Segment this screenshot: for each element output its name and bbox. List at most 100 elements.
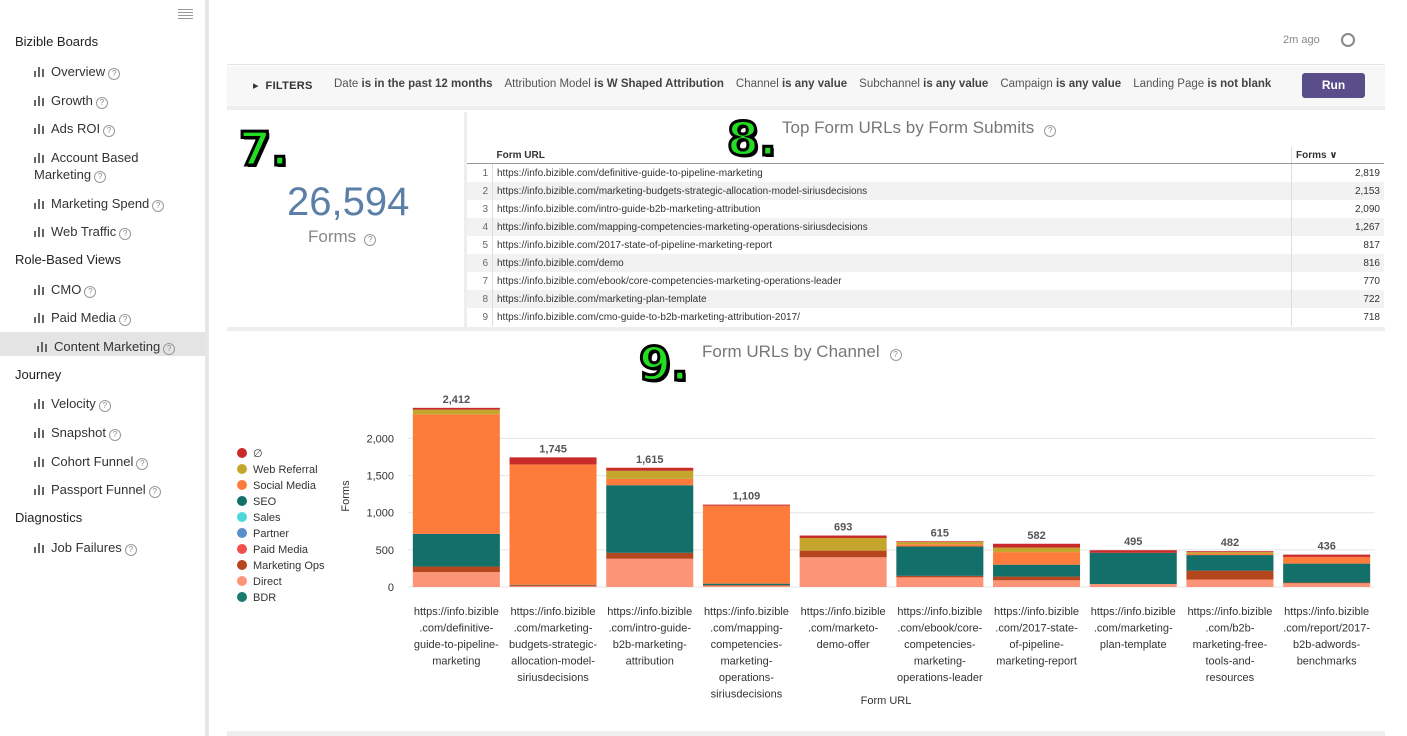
sidebar-item-content-marketing[interactable]: Content Marketing? — [37, 338, 197, 355]
bar-segment-null — [702, 504, 790, 506]
sidebar-item-cohort-funnel[interactable]: Cohort Funnel? — [34, 453, 194, 470]
top-bar — [227, 0, 1385, 65]
help-icon[interactable]: ? — [1044, 125, 1057, 137]
sidebar-item-web-traffic[interactable]: Web Traffic? — [34, 223, 194, 240]
table-row[interactable]: 8 https://info.bizible.com/marketing-plan… — [467, 290, 1384, 308]
filter-condition[interactable]: Date is in the past 12 months — [334, 78, 493, 90]
help-icon[interactable]: ? — [124, 544, 137, 556]
table-row[interactable]: 7 https://info.bizible.com/ebook/core-com… — [467, 272, 1384, 290]
sidebar-item-ads-roi[interactable]: Ads ROI? — [34, 120, 194, 137]
last-updated: 2m ago — [1283, 34, 1320, 46]
x-tick-label: https://info.bizible — [897, 606, 982, 618]
sidebar-item-job-failures[interactable]: Job Failures? — [34, 539, 194, 556]
column-header-form-url[interactable]: Form URL — [492, 147, 1292, 164]
sidebar-item-cmo[interactable]: CMO? — [34, 281, 194, 298]
help-icon[interactable]: ? — [108, 68, 121, 80]
help-icon[interactable]: ? — [108, 429, 121, 441]
help-icon[interactable]: ? — [84, 286, 97, 298]
help-icon[interactable]: ? — [98, 400, 111, 412]
sidebar-item-label: Velocity — [51, 396, 96, 411]
sidebar-item-label: Content Marketing — [54, 339, 161, 354]
filters-toggle[interactable]: ▸ FILTERS — [253, 79, 313, 92]
form-url-cell: https://info.bizible.com/demo — [492, 254, 1292, 272]
sidebar-item-velocity[interactable]: Velocity? — [34, 395, 194, 412]
bar-segment-null — [1186, 551, 1274, 553]
help-icon[interactable]: ? — [119, 228, 132, 240]
legend-item: Web Referral — [253, 464, 318, 476]
table-row[interactable]: 4 https://info.bizible.com/mapping-compet… — [467, 218, 1384, 236]
table-row[interactable]: 3 https://info.bizible.com/intro-guide-b2… — [467, 200, 1384, 218]
filter-condition[interactable]: Subchannel is any value — [859, 78, 988, 90]
filter-condition[interactable]: Channel is any value — [736, 78, 847, 90]
bar-segment-web-referral — [896, 542, 984, 545]
x-tick-label: .com/b2b- — [1205, 623, 1254, 635]
bar-segment-null — [509, 457, 597, 465]
help-icon[interactable]: ? — [136, 458, 149, 470]
sidebar-item-growth[interactable]: Growth? — [34, 92, 194, 109]
forms-count-cell: 770 — [1291, 272, 1384, 290]
filter-condition[interactable]: Landing Page is not blank — [1133, 78, 1271, 90]
bar-segment-null — [1089, 550, 1177, 553]
forms-count-cell: 718 — [1291, 308, 1384, 326]
help-icon[interactable]: ? — [95, 97, 108, 109]
row-number: 4 — [467, 218, 493, 236]
bar-segment-social-media — [702, 505, 790, 584]
table-row[interactable]: 6 https://info.bizible.com/demo 816 — [467, 254, 1384, 272]
table-row[interactable]: 5 https://info.bizible.com/2017-state-of-… — [467, 236, 1384, 254]
help-icon[interactable]: ? — [119, 314, 132, 326]
gear-icon[interactable] — [1341, 33, 1355, 47]
bar-segment-direct — [509, 586, 597, 587]
filter-summary[interactable]: Date is in the past 12 months Attribution… — [334, 78, 1282, 90]
help-icon[interactable]: ? — [152, 200, 165, 212]
help-icon[interactable]: ? — [94, 171, 107, 183]
help-icon[interactable]: ? — [148, 486, 161, 498]
x-tick-label: marketing-report — [996, 656, 1077, 668]
bar-segment-direct — [1283, 583, 1371, 587]
filter-condition[interactable]: Attribution Model is W Shaped Attributio… — [505, 78, 724, 90]
sidebar-item-passport-funnel[interactable]: Passport Funnel? — [34, 481, 194, 498]
sidebar-item-label: Passport Funnel — [51, 482, 146, 497]
stacked-bar-chart: 0 500 1,000 1,500 2,000 Forms Form URL 2,412 htt… — [237, 394, 1375, 707]
table-row[interactable]: 2 https://info.bizible.com/marketing-budg… — [467, 182, 1384, 200]
bar-segment-direct — [702, 585, 790, 587]
legend-swatch — [237, 560, 247, 570]
annotation-7: 7. — [237, 121, 290, 178]
help-icon[interactable]: ? — [103, 125, 116, 137]
table-row[interactable]: 1 https://info.bizible.com/definitive-gui… — [467, 163, 1384, 182]
sidebar-item-marketing-spend[interactable]: Marketing Spend? — [34, 195, 194, 212]
bar-total-label: 1,745 — [539, 443, 567, 455]
run-button[interactable]: Run — [1302, 73, 1365, 98]
column-header-forms[interactable]: Forms ∨ — [1291, 147, 1384, 164]
x-tick-label: .com/marketo- — [808, 623, 879, 635]
filter-condition[interactable]: Campaign is any value — [1000, 78, 1121, 90]
x-tick-label: operations-leader — [897, 672, 983, 684]
bar-segment-null — [1283, 554, 1371, 557]
x-tick-label: https://info.bizible — [511, 606, 596, 618]
bar-segment-seo — [993, 564, 1081, 577]
sidebar-item-overview[interactable]: Overview? — [34, 63, 194, 80]
help-icon[interactable]: ? — [163, 343, 176, 355]
x-tick-label: resources — [1206, 672, 1255, 684]
x-tick-label: .com/marketing- — [1094, 623, 1173, 635]
form-url-cell: https://info.bizible.com/ebook/core-comp… — [497, 275, 842, 287]
chart-title: Form URLs by Channel? — [702, 342, 902, 362]
sidebar-section-title: Diagnostics — [15, 510, 83, 525]
bar-segment-direct — [1089, 584, 1177, 587]
bar-chart-icon — [34, 484, 47, 495]
bar-total-label: 615 — [931, 527, 949, 539]
help-icon[interactable]: ? — [364, 234, 377, 246]
table-row[interactable]: 9 https://info.bizible.com/cmo-guide-to-b… — [467, 308, 1384, 326]
bar-chart-icon — [34, 66, 47, 77]
help-icon[interactable]: ? — [889, 349, 902, 361]
sidebar-item-label: Paid Media — [51, 310, 117, 325]
sidebar-item-account-based-marketing[interactable]: Account Based Marketing? — [34, 149, 174, 183]
legend-item: Social Media — [253, 480, 317, 492]
bar-segment-marketing-ops — [896, 575, 984, 578]
x-tick-label: benchmarks — [1297, 656, 1357, 668]
sidebar-item-snapshot[interactable]: Snapshot? — [34, 424, 194, 441]
sidebar-item-paid-media[interactable]: Paid Media? — [34, 309, 194, 326]
y-axis-label: Forms — [340, 480, 352, 512]
menu-icon[interactable] — [178, 9, 193, 21]
x-tick-label: siriusdecisions — [711, 689, 783, 701]
forms-count-cell: 1,267 — [1291, 218, 1384, 236]
